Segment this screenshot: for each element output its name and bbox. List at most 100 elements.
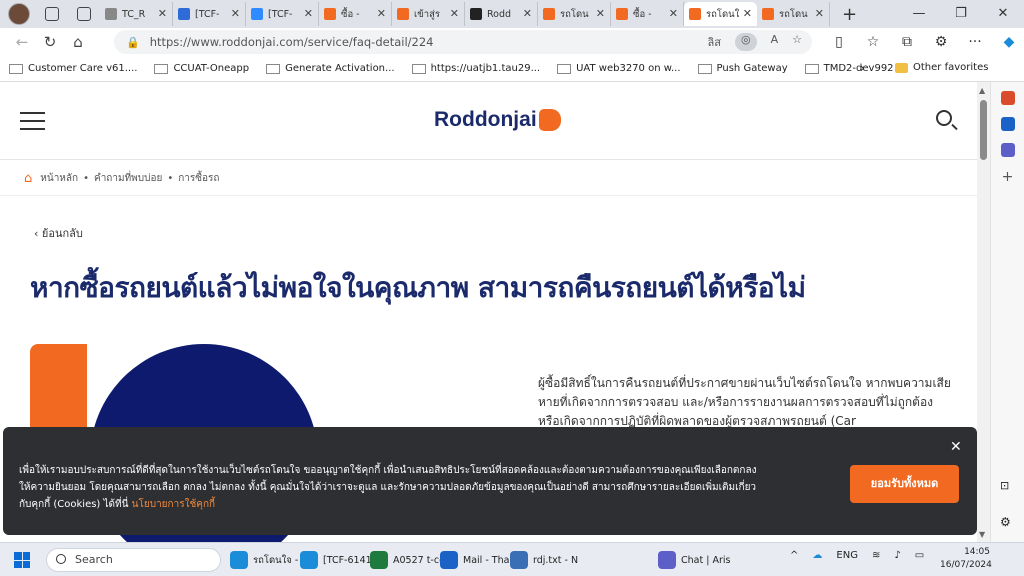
bookmark-item[interactable]: Customer Care v61.... [9, 63, 137, 74]
new-tab-icon[interactable]: + [842, 4, 857, 25]
taskbar-app[interactable]: Mail - Thar [440, 548, 513, 572]
tab-close-icon[interactable]: ✕ [596, 7, 605, 20]
taskbar: Search รถโดนใจ - ไ [TCF-6141] A0527 t-co Ma… [0, 542, 1024, 576]
browser-tab[interactable]: [TCF- ✕ [246, 2, 319, 26]
restore-icon[interactable]: ❐ [940, 0, 982, 28]
close-window-icon[interactable]: ✕ [982, 0, 1024, 28]
menu-icon[interactable] [20, 112, 45, 136]
tab-favicon-icon [762, 8, 774, 20]
site-header: Roddonjai [0, 82, 977, 160]
close-icon[interactable]: ✕ [950, 439, 962, 455]
windows-start-icon[interactable] [14, 552, 30, 568]
taskbar-app[interactable]: [TCF-6141] [300, 548, 375, 572]
tab-label: [TCF- [268, 8, 293, 20]
tab-actions-icon[interactable] [77, 7, 91, 21]
tab-favicon-icon [178, 8, 190, 20]
address-bar-row: ← ↻ ⌂ 🔒 https://www.roddonjai.com/servic… [0, 28, 1024, 56]
bookmark-item[interactable]: Generate Activation... [266, 63, 395, 74]
language-indicator[interactable]: ENG [836, 550, 858, 561]
lock-icon[interactable]: 🔒 [126, 36, 140, 49]
scroll-down-icon[interactable]: ▼ [979, 530, 985, 539]
browser-tab[interactable]: ซื้อ - ✕ [319, 2, 392, 26]
bookmark-icon [266, 63, 281, 74]
scroll-up-icon[interactable]: ▲ [979, 86, 985, 95]
browser-tab[interactable]: Rodd ✕ [465, 2, 538, 26]
onedrive-icon[interactable]: ☁ [812, 550, 822, 561]
battery-icon[interactable]: ▭ [915, 550, 924, 561]
tab-close-icon[interactable]: ✕ [158, 7, 167, 20]
search-icon[interactable] [936, 110, 952, 126]
favorites-icon[interactable]: ☆ [856, 28, 890, 56]
back-icon[interactable]: ← [8, 33, 36, 51]
browser-tab[interactable]: ซื้อ - ✕ [611, 2, 684, 26]
workspaces-icon[interactable] [45, 7, 59, 21]
taskbar-app[interactable]: rdj.txt - N [510, 548, 578, 572]
bookmark-label: Generate Activation... [285, 63, 395, 74]
url-field[interactable]: 🔒 https://www.roddonjai.com/service/faq-… [114, 30, 812, 54]
bookmark-item[interactable]: UAT web3270 on w... [557, 63, 681, 74]
bookmark-label: TMD2-dev992 [823, 63, 894, 74]
taskbar-app[interactable]: รถโดนใจ - ไ [230, 548, 306, 572]
settings-gear-icon[interactable]: ⚙ [1000, 515, 1014, 529]
screenshot-icon[interactable]: ⊡ [1000, 479, 1014, 493]
refresh-icon[interactable]: ↻ [36, 33, 64, 51]
page-title: หากซื้อรถยนต์แล้วไม่พอใจในคุณภาพ สามารถค… [30, 271, 806, 304]
wifi-icon[interactable]: ≋ [872, 550, 880, 561]
tab-close-icon[interactable]: ✕ [231, 7, 240, 20]
browser-tab[interactable]: TC_R ✕ [100, 2, 173, 26]
browser-tab[interactable]: รถโดน ✕ [757, 2, 830, 26]
back-link[interactable]: ‹ ย้อนกลับ [34, 224, 83, 242]
bookmarks-more-icon[interactable]: › [860, 61, 865, 75]
tab-label: ซื้อ - [633, 8, 652, 20]
breadcrumb-faq[interactable]: คำถามที่พบบ่อย [94, 171, 162, 186]
tab-close-icon[interactable]: ✕ [450, 7, 459, 20]
breadcrumb-current: การซื้อรถ [178, 173, 220, 184]
other-favorites[interactable]: Other favorites [895, 62, 988, 73]
copilot-icon[interactable]: ◆ [992, 28, 1024, 56]
tab-close-icon[interactable]: ✕ [669, 7, 678, 20]
breadcrumb-home[interactable]: หน้าหลัก [40, 171, 78, 186]
add-sidebar-icon[interactable]: + [1001, 169, 1015, 185]
taskbar-app[interactable]: Chat | Aris [658, 548, 730, 572]
accept-all-button[interactable]: ยอมรับทั้งหมด [850, 465, 959, 503]
chevron-up-icon[interactable]: ^ [790, 550, 798, 561]
taskbar-search[interactable]: Search [46, 548, 221, 572]
bookmark-item[interactable]: TMD2-dev992 [804, 63, 894, 74]
tab-close-icon[interactable]: ✕ [523, 7, 532, 20]
bookmark-item[interactable]: https://uatjb1.tau29... [411, 63, 540, 74]
browser-tab[interactable]: รถโดน ✕ [538, 2, 611, 26]
bookmark-item[interactable]: CCUAT-Oneapp [154, 63, 249, 74]
browser-tab[interactable]: [TCF- ✕ [173, 2, 246, 26]
cookie-policy-link[interactable]: นโยบายการใช้คุกกี้ [132, 499, 215, 510]
split-screen-icon[interactable]: ▯ [822, 28, 856, 56]
site-logo[interactable]: Roddonjai [434, 108, 561, 132]
home-icon[interactable]: ⌂ [64, 33, 92, 51]
browser-tab[interactable]: รถโดนใ ✕ [684, 2, 757, 26]
scroll-thumb[interactable] [980, 100, 987, 160]
outlook-icon[interactable] [1000, 117, 1015, 131]
volume-icon[interactable]: ♪ [894, 550, 900, 561]
tab-close-icon[interactable]: ✕ [304, 7, 313, 20]
more-icon[interactable]: ··· [958, 28, 992, 56]
home-icon[interactable]: ⌂ [24, 171, 32, 186]
favorite-star-icon[interactable]: ☆ [792, 33, 802, 51]
collections-icon[interactable]: ⧉ [890, 28, 924, 56]
app-icon [230, 551, 248, 569]
tab-close-icon[interactable]: ✕ [743, 7, 752, 20]
tracking-prevention-icon[interactable]: ◎ [734, 33, 757, 51]
tab-label: TC_R [122, 8, 146, 20]
profile-avatar[interactable] [8, 3, 30, 25]
taskbar-app[interactable]: A0527 t-co [370, 548, 445, 572]
translate-icon[interactable]: ลิส [708, 33, 721, 51]
extensions-icon[interactable]: ⚙ [924, 28, 958, 56]
office-icon[interactable] [1000, 91, 1015, 105]
browser-tab[interactable]: เข้าสู่ร ✕ [392, 2, 465, 26]
tab-close-icon[interactable]: ✕ [815, 7, 824, 20]
minimize-icon[interactable]: — [898, 0, 940, 28]
clock[interactable]: 14:05 16/07/2024 [940, 546, 992, 572]
read-aloud-icon[interactable]: A [771, 33, 779, 51]
bookmark-item[interactable]: Push Gateway [697, 63, 788, 74]
tab-close-icon[interactable]: ✕ [377, 7, 386, 20]
teams-icon[interactable] [1000, 143, 1015, 157]
page-scrollbar[interactable]: ▲ ▼ [977, 82, 990, 542]
